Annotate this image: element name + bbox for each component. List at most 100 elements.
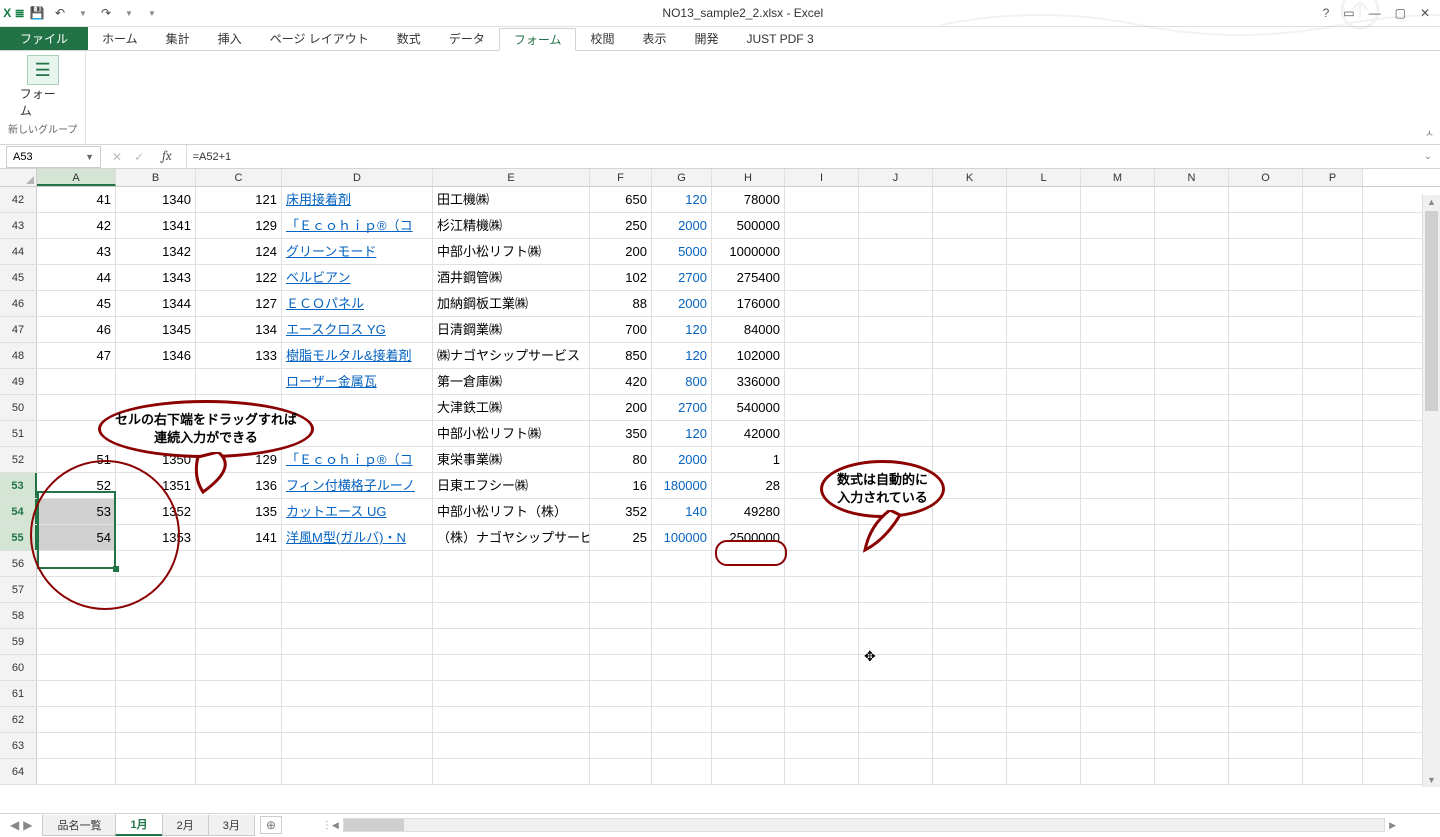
- cell[interactable]: 650: [590, 187, 652, 212]
- cell[interactable]: [1081, 733, 1155, 758]
- cell[interactable]: [1303, 655, 1363, 680]
- cell[interactable]: [1007, 603, 1081, 628]
- cell[interactable]: [590, 733, 652, 758]
- cell[interactable]: [282, 707, 433, 732]
- cell[interactable]: [1081, 343, 1155, 368]
- cell[interactable]: [859, 733, 933, 758]
- cell[interactable]: 洋風M型(ガルバ)・N: [282, 525, 433, 550]
- cell[interactable]: [1155, 655, 1229, 680]
- grid-row[interactable]: 54531352135カットエース UG中部小松リフト（株）3521404928…: [0, 499, 1440, 525]
- cell[interactable]: [1303, 603, 1363, 628]
- cell[interactable]: 120: [652, 421, 712, 446]
- cell[interactable]: [652, 551, 712, 576]
- cell[interactable]: [37, 629, 116, 654]
- cell[interactable]: [282, 629, 433, 654]
- cell[interactable]: 1342: [116, 239, 196, 264]
- cell[interactable]: [933, 499, 1007, 524]
- qat-customize-icon[interactable]: ▼: [141, 2, 163, 24]
- row-number[interactable]: 60: [0, 655, 37, 680]
- cell[interactable]: [1229, 655, 1303, 680]
- cell[interactable]: [785, 265, 859, 290]
- cell[interactable]: [652, 707, 712, 732]
- cell[interactable]: [37, 577, 116, 602]
- cancel-formula-icon[interactable]: ✕: [112, 150, 122, 164]
- row-number[interactable]: 43: [0, 213, 37, 238]
- grid-row[interactable]: 61: [0, 681, 1440, 707]
- tab-just-pdf[interactable]: JUST PDF 3: [733, 27, 828, 50]
- cell[interactable]: [1007, 733, 1081, 758]
- row-number[interactable]: 45: [0, 265, 37, 290]
- cell[interactable]: [37, 681, 116, 706]
- cell[interactable]: [1081, 603, 1155, 628]
- column-header-K[interactable]: K: [933, 169, 1007, 186]
- grid-row[interactable]: 53521351136フィン付横格子ルーノ日東エフシー㈱1618000028: [0, 473, 1440, 499]
- row-number[interactable]: 58: [0, 603, 37, 628]
- cell[interactable]: カットエース UG: [282, 499, 433, 524]
- row-number[interactable]: 54: [0, 499, 37, 524]
- cell[interactable]: [785, 655, 859, 680]
- undo-icon[interactable]: ↶: [49, 2, 71, 24]
- grid-row[interactable]: 57: [0, 577, 1440, 603]
- cell[interactable]: [933, 343, 1007, 368]
- cell[interactable]: [433, 629, 590, 654]
- cell[interactable]: [37, 603, 116, 628]
- name-box[interactable]: A53 ▼: [6, 146, 101, 168]
- cell[interactable]: [1007, 681, 1081, 706]
- cell[interactable]: [196, 655, 282, 680]
- cell[interactable]: [1303, 733, 1363, 758]
- cell[interactable]: [1229, 291, 1303, 316]
- cell[interactable]: 135: [196, 499, 282, 524]
- column-header-G[interactable]: G: [652, 169, 712, 186]
- cell[interactable]: 杉江精機㈱: [433, 213, 590, 238]
- cell[interactable]: [196, 707, 282, 732]
- row-number[interactable]: 44: [0, 239, 37, 264]
- cell[interactable]: [1229, 421, 1303, 446]
- cell[interactable]: [785, 317, 859, 342]
- scroll-left-icon[interactable]: ◀: [328, 820, 343, 831]
- cell[interactable]: [282, 577, 433, 602]
- close-icon[interactable]: ✕: [1420, 6, 1430, 20]
- cell[interactable]: [1303, 369, 1363, 394]
- cell[interactable]: [1229, 603, 1303, 628]
- cell[interactable]: [196, 759, 282, 784]
- redo-dropdown-icon[interactable]: ▼: [118, 2, 140, 24]
- cell[interactable]: [1007, 239, 1081, 264]
- grid-row[interactable]: 49ローザー金属瓦第一倉庫㈱420800336000: [0, 369, 1440, 395]
- cell[interactable]: 200: [590, 395, 652, 420]
- cell[interactable]: [116, 421, 196, 446]
- collapse-ribbon-icon[interactable]: ㅅ: [1425, 125, 1434, 140]
- cell[interactable]: [1007, 759, 1081, 784]
- row-number[interactable]: 62: [0, 707, 37, 732]
- help-icon[interactable]: ?: [1323, 6, 1330, 20]
- row-number[interactable]: 46: [0, 291, 37, 316]
- name-box-dropdown-icon[interactable]: ▼: [85, 152, 94, 162]
- row-number[interactable]: 63: [0, 733, 37, 758]
- cell[interactable]: [1155, 707, 1229, 732]
- cell[interactable]: 180000: [652, 473, 712, 498]
- grid-row[interactable]: 43421341129「Ｅｃｏｈｉｐ®（コ杉江精機㈱2502000500000: [0, 213, 1440, 239]
- cell[interactable]: [1081, 317, 1155, 342]
- app-icon[interactable]: X ≣: [3, 2, 25, 24]
- cell[interactable]: [590, 681, 652, 706]
- cell[interactable]: [433, 681, 590, 706]
- cell[interactable]: [712, 681, 785, 706]
- cell[interactable]: [1229, 525, 1303, 550]
- grid-row[interactable]: 42411340121床用接着剤田工機㈱65012078000: [0, 187, 1440, 213]
- cell[interactable]: 1000000: [712, 239, 785, 264]
- cell[interactable]: 2700: [652, 265, 712, 290]
- cell[interactable]: [785, 187, 859, 212]
- cell[interactable]: [196, 421, 282, 446]
- cell[interactable]: 80: [590, 447, 652, 472]
- grid-row[interactable]: 52511350129「Ｅｃｏｈｉｐ®（コ東栄事業㈱8020001: [0, 447, 1440, 473]
- cell[interactable]: [590, 759, 652, 784]
- cell[interactable]: [1081, 655, 1155, 680]
- column-header-M[interactable]: M: [1081, 169, 1155, 186]
- cell[interactable]: [116, 369, 196, 394]
- tab-page-layout[interactable]: ページ レイアウト: [256, 27, 383, 50]
- cell[interactable]: [1007, 187, 1081, 212]
- sheet-tab-1月[interactable]: 1月: [115, 814, 162, 836]
- cell[interactable]: [1081, 707, 1155, 732]
- grid-row[interactable]: 59: [0, 629, 1440, 655]
- cell[interactable]: 49280: [712, 499, 785, 524]
- row-number[interactable]: 51: [0, 421, 37, 446]
